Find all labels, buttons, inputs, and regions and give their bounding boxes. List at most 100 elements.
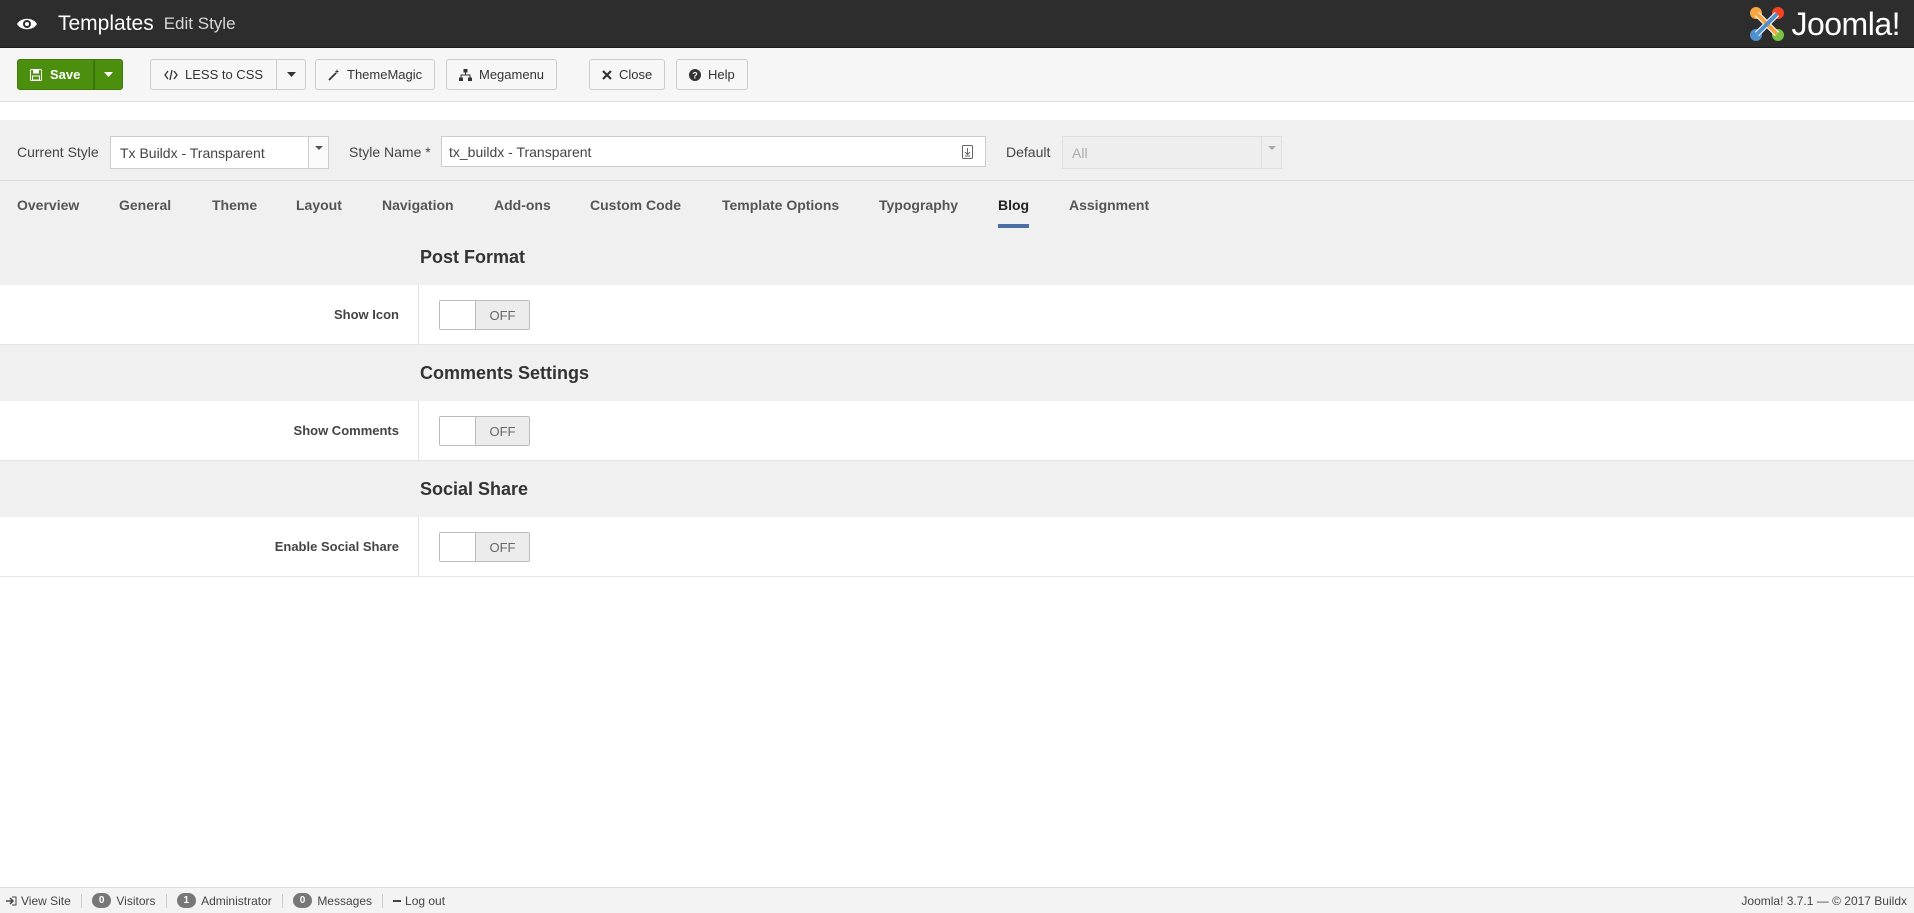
view-site-link[interactable]: View Site	[0, 893, 82, 908]
default-select: All	[1062, 136, 1282, 169]
joomla-logo-text: Joomla!	[1791, 5, 1900, 42]
active-tab-indicator	[998, 224, 1029, 228]
select-arrow-icon	[1261, 137, 1281, 168]
field-row-show-comments: Show Comments OFF	[0, 401, 1914, 461]
save-button-label: Save	[50, 67, 81, 82]
external-link-icon	[6, 896, 17, 905]
footer-copyright: Joomla! 3.7.1 — © 2017 Buildx	[1741, 894, 1907, 908]
style-row: Current Style Tx Buildx - Transparent St…	[0, 120, 1914, 181]
select-arrow-icon	[308, 137, 328, 168]
style-name-input[interactable]: tx_buildx - Transparent	[441, 136, 986, 167]
admin-count-badge: 1	[176, 893, 197, 908]
question-circle-icon: ?	[689, 68, 701, 81]
tab-template-options[interactable]: Template Options	[722, 197, 839, 213]
section-header-post-format: Post Format	[0, 229, 1914, 285]
joomla-logo: Joomla!	[1747, 4, 1900, 44]
default-value: All	[1072, 144, 1088, 161]
tab-general[interactable]: General	[119, 197, 171, 213]
joomla-mark-icon	[1750, 7, 1785, 41]
page-title: Templates	[58, 11, 154, 35]
save-dropdown-toggle[interactable]	[94, 59, 124, 90]
caret-down-icon	[286, 71, 296, 77]
style-name-value: tx_buildx - Transparent	[449, 143, 592, 160]
administrator-item[interactable]: 1 Administrator	[167, 893, 283, 908]
toolbar: Save LESS to CSS ThemeMagic Megamenu Clo…	[0, 48, 1914, 102]
less-to-css-label: LESS to CSS	[185, 67, 264, 82]
messages-item[interactable]: 0 Messages	[283, 893, 384, 908]
field-divider	[418, 285, 419, 345]
less-button-group: LESS to CSS	[150, 59, 307, 90]
top-header: Templates Edit Style Joomla!	[0, 0, 1914, 48]
current-style-select[interactable]: Tx Buildx - Transparent	[110, 136, 329, 169]
caret-down-icon	[104, 71, 114, 77]
close-label: Close	[619, 67, 653, 82]
field-label: Show Icon	[334, 307, 399, 322]
visitors-label: Visitors	[116, 893, 156, 908]
page-subtitle: Edit Style	[163, 13, 236, 33]
eye-icon	[14, 11, 40, 37]
help-label: Help	[708, 67, 735, 82]
toggle-state: OFF	[476, 417, 529, 445]
default-label: Default	[1006, 144, 1051, 160]
save-button[interactable]: Save	[17, 59, 95, 90]
tab-blog[interactable]: Blog	[998, 197, 1029, 213]
section-title: Post Format	[420, 247, 526, 267]
language-field-icon[interactable]	[962, 145, 973, 162]
field-divider	[418, 517, 419, 577]
sitemap-icon	[459, 68, 472, 81]
minus-icon	[393, 899, 402, 902]
toggle-knob	[440, 533, 476, 561]
view-site-label: View Site	[21, 893, 71, 908]
field-label: Show Comments	[293, 423, 399, 438]
thememagic-label: ThemeMagic	[347, 67, 423, 82]
megamenu-button[interactable]: Megamenu	[446, 59, 558, 90]
toggle-knob	[440, 301, 476, 329]
tab-assignment[interactable]: Assignment	[1069, 197, 1149, 213]
tab-typography[interactable]: Typography	[879, 197, 958, 213]
tab-add-ons[interactable]: Add-ons	[494, 197, 551, 213]
floppy-disk-icon	[30, 68, 42, 81]
status-bar: View Site 0 Visitors 1 Administrator 0 M…	[0, 887, 1914, 913]
toggle-state: OFF	[476, 533, 529, 561]
svg-text:?: ?	[692, 70, 698, 80]
help-button[interactable]: ? Help	[676, 59, 748, 90]
megamenu-label: Megamenu	[479, 67, 545, 82]
toggle-state: OFF	[476, 301, 529, 329]
show-icon-toggle[interactable]: OFF	[439, 300, 530, 330]
messages-count-badge: 0	[292, 893, 313, 908]
messages-label: Messages	[317, 893, 373, 908]
close-icon	[602, 69, 612, 80]
administrator-label: Administrator	[201, 893, 272, 908]
visitors-item[interactable]: 0 Visitors	[82, 893, 167, 908]
save-button-group: Save	[17, 59, 124, 90]
spacer-strip	[0, 103, 1914, 120]
code-icon	[164, 69, 178, 80]
current-style-value: Tx Buildx - Transparent	[120, 144, 265, 161]
field-label: Enable Social Share	[274, 539, 399, 554]
tab-custom-code[interactable]: Custom Code	[590, 197, 681, 213]
field-row-enable-social-share: Enable Social Share OFF	[0, 517, 1914, 577]
tab-theme[interactable]: Theme	[212, 197, 257, 213]
tab-overview[interactable]: Overview	[17, 197, 79, 213]
less-to-css-button[interactable]: LESS to CSS	[150, 59, 278, 90]
logout-label: Log out	[405, 893, 446, 908]
tab-navigation[interactable]: Navigation	[382, 197, 454, 213]
show-comments-toggle[interactable]: OFF	[439, 416, 530, 446]
section-title: Social Share	[420, 479, 529, 499]
field-divider	[418, 401, 419, 461]
style-name-label: Style Name *	[349, 144, 431, 160]
close-button[interactable]: Close	[589, 59, 666, 90]
magic-wand-icon	[328, 68, 340, 81]
section-header-comments-settings: Comments Settings	[0, 345, 1914, 401]
logout-link[interactable]: Log out	[383, 894, 455, 908]
visitors-count-badge: 0	[91, 893, 112, 908]
thememagic-button[interactable]: ThemeMagic	[315, 59, 436, 90]
tab-bar: Overview General Theme Layout Navigation…	[0, 181, 1914, 229]
field-row-show-icon: Show Icon OFF	[0, 285, 1914, 345]
current-style-label: Current Style	[17, 144, 99, 160]
tab-layout[interactable]: Layout	[296, 197, 342, 213]
toggle-knob	[440, 417, 476, 445]
section-title: Comments Settings	[420, 363, 590, 383]
enable-social-share-toggle[interactable]: OFF	[439, 532, 530, 562]
less-dropdown-toggle[interactable]	[277, 59, 307, 90]
